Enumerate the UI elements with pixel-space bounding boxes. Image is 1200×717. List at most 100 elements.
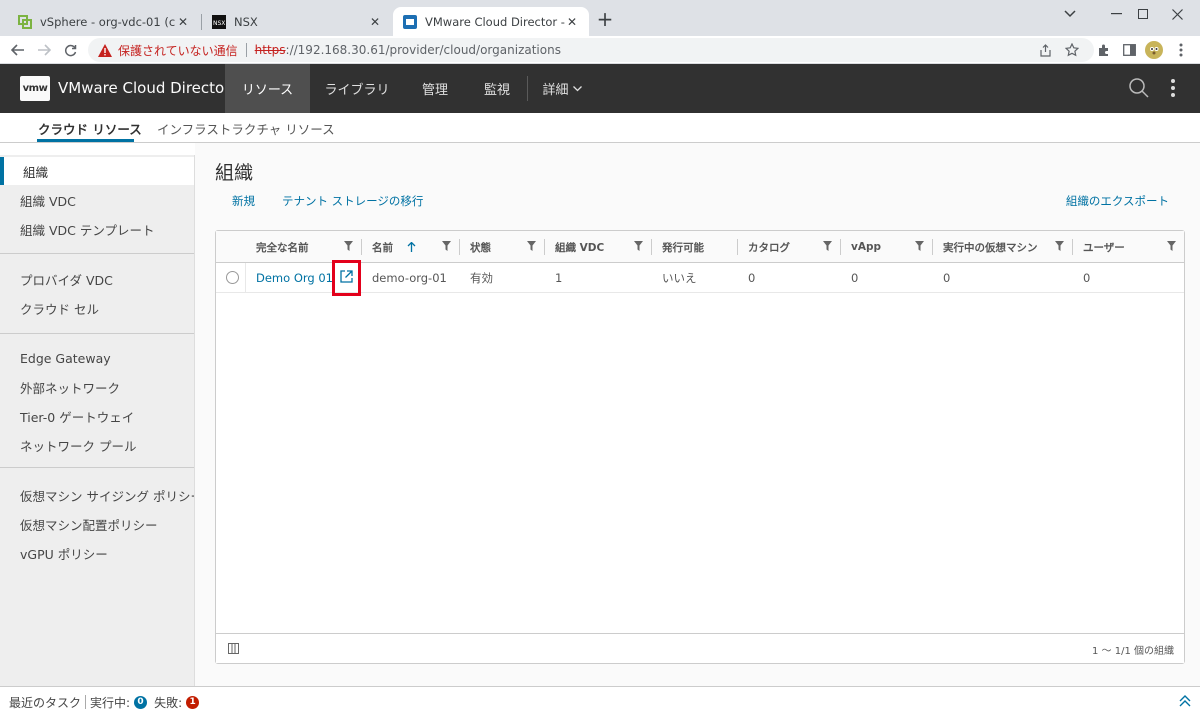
sidebar-item-org-vdcs[interactable]: 組織 VDC (0, 186, 194, 214)
sidebar-item-cloud-cells[interactable]: クラウド セル (0, 294, 194, 322)
new-tab-button[interactable]: + (595, 9, 615, 30)
sort-ascending-icon[interactable] (407, 242, 416, 252)
nav-monitor[interactable]: 監視 (474, 64, 520, 113)
back-icon[interactable] (8, 40, 28, 60)
browser-tab-nsx[interactable]: NSX NSX ✕ (202, 7, 392, 36)
sidebar-item-organizations[interactable]: 組織 (0, 157, 194, 185)
vmw-logo[interactable]: vmw (20, 76, 50, 101)
org-full-name-link[interactable]: Demo Org 01 (246, 263, 333, 293)
sidebar-item-vgpu-policies[interactable]: vGPU ポリシー (0, 539, 194, 567)
browser-tab-vcd[interactable]: VMware Cloud Director - 組織 ✕ (393, 7, 589, 36)
sidebar-divider (0, 253, 194, 254)
subtab-cloud-resources[interactable]: クラウド リソース (38, 119, 142, 138)
export-organizations-button[interactable]: 組織のエクスポート (1066, 193, 1169, 209)
browser-menu-icon[interactable] (1172, 41, 1190, 59)
sidebar-item-tier0-gateways[interactable]: Tier-0 ゲートウェイ (0, 402, 194, 430)
browser-tab-vsphere[interactable]: vSphere - org-vdc-01 (c75f0cb2- ✕ (8, 7, 200, 36)
filter-icon[interactable] (1055, 241, 1064, 251)
filter-icon[interactable] (1167, 241, 1176, 251)
org-vdc-count-cell: 1 (555, 271, 563, 285)
column-label: 名前 (372, 241, 393, 254)
main-content: 組織 新規 テナント ストレージの移行 組織のエクスポート 完全な名前 名前 状… (195, 143, 1200, 686)
running-label: 実行中: (90, 695, 131, 710)
filter-icon[interactable] (442, 241, 451, 251)
new-button[interactable]: 新規 (232, 193, 255, 209)
search-icon[interactable] (1128, 77, 1150, 99)
sidebar-item-org-vdc-templates[interactable]: 組織 VDC テンプレート (0, 215, 194, 243)
column-header-catalogs[interactable]: カタログ (738, 231, 840, 263)
sidebar-item-external-networks[interactable]: 外部ネットワーク (0, 373, 194, 401)
recent-tasks-link[interactable]: 最近のタスク (9, 694, 81, 711)
filter-icon[interactable] (344, 241, 353, 251)
side-panel-icon[interactable] (1120, 41, 1138, 59)
subtab-infrastructure-resources[interactable]: インフラストラクチャ リソース (157, 119, 335, 138)
column-label: 組織 VDC (555, 241, 605, 254)
tab-title: vSphere - org-vdc-01 (c75f0cb2- (40, 14, 176, 29)
url-field[interactable]: 保護されていない通信 https ://192.168.30.61/provid… (88, 38, 1094, 62)
reload-icon[interactable] (60, 40, 80, 60)
column-header-vapps[interactable]: vApp (841, 231, 932, 263)
column-header-name[interactable]: 名前 (362, 231, 459, 263)
extensions-icon[interactable] (1095, 41, 1113, 59)
datagrid-header: 完全な名前 名前 状態 組織 VDC 発行可能 カタログ vApp 実行中の仮想… (216, 231, 1184, 263)
nav-more[interactable]: 詳細 (536, 64, 588, 113)
sidebar: 組織 組織 VDC 組織 VDC テンプレート プロバイダ VDC クラウド セ… (0, 155, 195, 686)
status-separator (85, 695, 87, 709)
pagination-info: 1 ～ 1/1 個の組織 (1092, 646, 1174, 657)
browser-tab-strip: vSphere - org-vdc-01 (c75f0cb2- ✕ NSX NS… (0, 0, 1200, 36)
forward-icon[interactable] (34, 40, 54, 60)
datagrid-footer: 1 ～ 1/1 個の組織 (216, 633, 1184, 663)
bookmark-star-icon[interactable] (1063, 41, 1081, 59)
filter-icon[interactable] (915, 241, 924, 251)
column-toggle-icon[interactable] (228, 643, 239, 654)
column-header-running-vms[interactable]: 実行中の仮想マシン (933, 231, 1072, 263)
sidebar-item-provider-vdcs[interactable]: プロバイダ VDC (0, 265, 194, 293)
column-label: カタログ (748, 241, 790, 254)
page-title: 組織 (215, 162, 254, 184)
app-title[interactable]: VMware Cloud Director (58, 79, 230, 97)
org-publishable-cell: いいえ (662, 271, 697, 285)
filter-icon[interactable] (634, 241, 643, 251)
column-label: vApp (851, 241, 882, 253)
column-header-publishable[interactable]: 発行可能 (652, 231, 737, 263)
running-count-badge[interactable]: 0 (134, 695, 148, 709)
tab-search-chevron-icon[interactable] (1047, 0, 1093, 28)
org-running-vms-cell: 0 (943, 271, 951, 285)
row-select-radio[interactable] (226, 271, 239, 284)
org-state-cell: 有効 (470, 271, 493, 285)
tab-title: NSX (234, 14, 258, 29)
tenant-storage-migrate-button[interactable]: テナント ストレージの移行 (282, 193, 423, 209)
org-name-cell: demo-org-01 (372, 271, 447, 285)
sidebar-item-edge-gateways[interactable]: Edge Gateway (0, 344, 194, 372)
column-header-users[interactable]: ユーザー (1073, 231, 1184, 263)
expand-tasks-icon[interactable] (1178, 694, 1192, 708)
nav-resources[interactable]: リソース (225, 64, 310, 113)
column-label: 状態 (470, 241, 491, 254)
security-label: 保護されていない通信 (118, 43, 238, 58)
close-tab-icon[interactable]: ✕ (565, 15, 579, 29)
warning-icon (98, 43, 112, 57)
column-header-org-vdcs[interactable]: 組織 VDC (545, 231, 651, 263)
filter-icon[interactable] (823, 241, 832, 251)
table-row[interactable]: Demo Org 01 demo-org-01 有効 1 いいえ 0 0 0 0 (216, 260, 1184, 296)
open-in-tenant-portal-icon[interactable] (340, 270, 353, 283)
nav-library[interactable]: ライブラリ (316, 64, 398, 113)
sidebar-item-network-pools[interactable]: ネットワーク プール (0, 431, 194, 459)
column-header-full-name[interactable]: 完全な名前 (246, 231, 361, 263)
sidebar-item-vm-placement-policies[interactable]: 仮想マシン配置ポリシー (0, 510, 194, 538)
url-separator (245, 43, 247, 57)
org-catalogs-cell: 0 (748, 271, 756, 285)
close-window-icon[interactable] (1154, 0, 1200, 28)
column-header-state[interactable]: 状態 (460, 231, 544, 263)
nav-divider (527, 76, 528, 101)
user-menu-icon[interactable] (1170, 77, 1176, 99)
nav-administration[interactable]: 管理 (412, 64, 458, 113)
failed-count-badge[interactable]: 1 (186, 695, 200, 709)
close-tab-icon[interactable]: ✕ (176, 15, 190, 29)
nsx-icon: NSX (212, 14, 226, 29)
close-tab-icon[interactable]: ✕ (368, 15, 382, 29)
filter-icon[interactable] (527, 241, 536, 251)
profile-avatar[interactable] (1145, 41, 1163, 59)
share-icon[interactable] (1036, 41, 1054, 59)
sidebar-item-vm-sizing-policies[interactable]: 仮想マシン サイジング ポリシー (0, 481, 194, 509)
